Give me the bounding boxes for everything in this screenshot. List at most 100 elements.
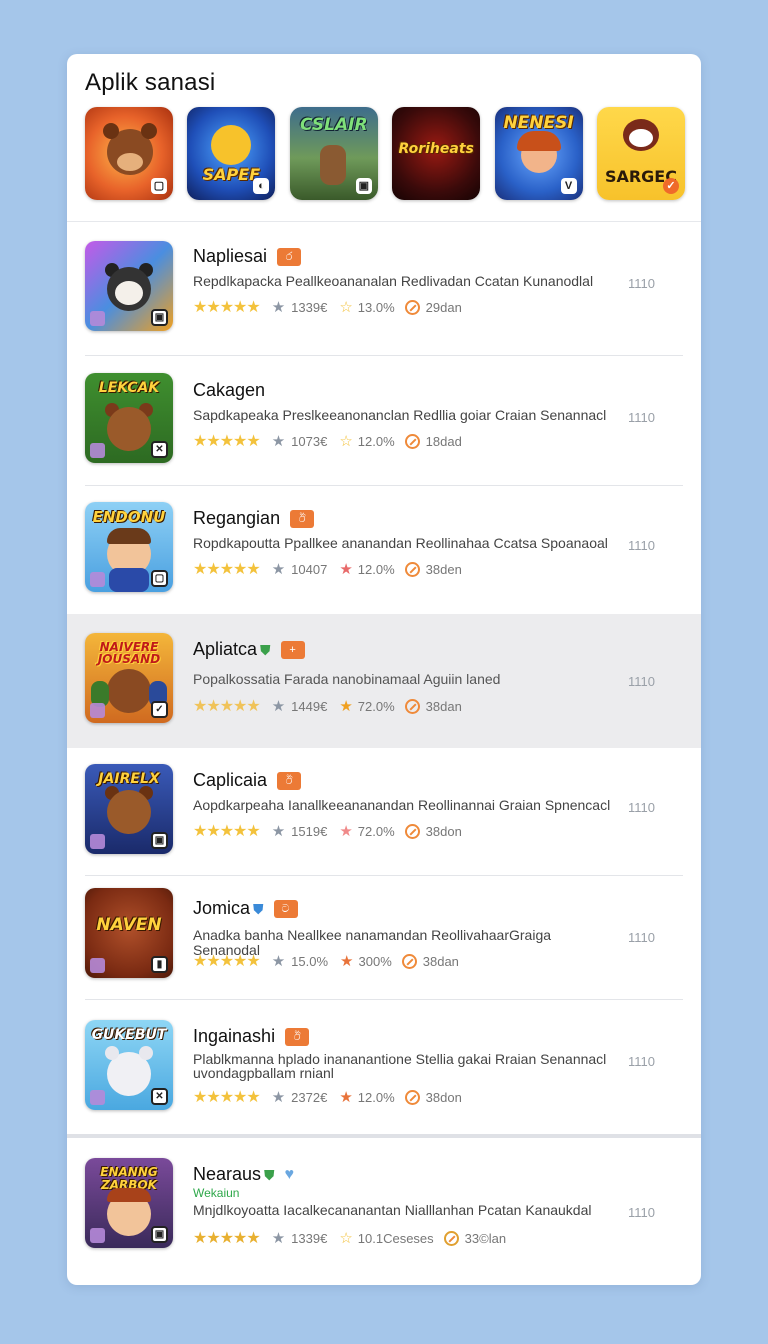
rating-stars-icon: ★★★★★: [193, 823, 261, 840]
app-count: 1110: [628, 410, 655, 425]
featured-app-icon-5[interactable]: NENESI V: [494, 107, 583, 200]
clock-icon: [443, 1230, 459, 1246]
clock-icon: [404, 698, 420, 714]
app-icon: LEKCAK ✕: [85, 373, 173, 463]
app-name: Ingainashi ඊ: [193, 1026, 310, 1047]
app-name: Apliatca ⛊ +: [193, 639, 305, 660]
list-item[interactable]: ENANNG ZARBOK ▣ Nearaus ⛊ ♥ Wekaiun Mnjdlk…: [67, 1138, 701, 1285]
rating-stars-icon: ★★★★★: [193, 433, 261, 450]
app-description: Repdlkapacka Peallkeoananalan Redlivadan…: [193, 273, 594, 289]
star-gray-icon: ★: [271, 953, 286, 970]
app-meta: ★★★★★ ★ 1449€ ★ 72.0% 38dan: [193, 698, 462, 715]
app-name: Caplicaia ඊ: [193, 770, 302, 791]
app-name: Cakagen: [193, 380, 266, 400]
star-outline-icon: ☆: [339, 1230, 353, 1247]
star-gray-icon: ★: [271, 433, 286, 450]
tag-badge: ර: [277, 248, 302, 267]
rating-stars-icon: ★★★★★: [193, 953, 261, 970]
app-icon: ▣: [85, 241, 173, 331]
list-item[interactable]: ENDONU ▢ Regangian ඊ Ropdkapoutta Ppallke…: [67, 486, 701, 614]
star-filled-icon: ★: [339, 698, 353, 715]
star-outline-icon: ☆: [339, 299, 353, 316]
featured-apps-row: ▢ SAPEF ◐ CSLAIR ▣ Roriheats NENESI V SA…: [85, 107, 685, 201]
shield-icon: ⛊: [260, 641, 271, 658]
app-count: 1110: [628, 1054, 655, 1069]
app-meta: ★★★★★ ★ 1339€ ☆ 13.0% 29dan: [193, 299, 462, 316]
app-description: Aopdkarpeaha Ianallkeeananandan Reollina…: [193, 797, 611, 813]
app-meta: ★★★★★ ★ 10407 ★ 12.0% 38den: [193, 561, 462, 578]
featured-app-icon-3[interactable]: CSLAIR ▣: [289, 107, 378, 200]
rating-stars-icon: ★★★★★: [193, 698, 261, 715]
tag-badge: ඊ: [277, 772, 302, 791]
app-meta: ★★★★★ ★ 2372€ ★ 12.0% 38don: [193, 1089, 462, 1106]
app-name: Napliesai ර: [193, 246, 302, 267]
app-icon: JAIRELX ▣: [85, 764, 173, 854]
featured-badge: ✓: [662, 178, 679, 194]
corner-badge-icon: ✓: [151, 701, 168, 718]
tag-badge: ට: [273, 900, 298, 919]
star-gray-icon: ★: [271, 1089, 286, 1106]
app-description: Ropdkapoutta Ppallkee ananandan Reollina…: [193, 535, 608, 551]
app-name: Jomica ⛊ ට: [193, 898, 298, 919]
clock-icon: [404, 1089, 420, 1105]
app-name: Regangian ඊ: [193, 508, 315, 529]
app-meta: ★★★★★ ★ 1519€ ★ 72.0% 38don: [193, 823, 462, 840]
star-gray-icon: ★: [271, 823, 286, 840]
page-title: Aplik sanasi: [85, 69, 216, 96]
corner-badge-icon: ▣: [151, 309, 168, 326]
app-subtitle: Wekaiun: [193, 1186, 240, 1200]
list-item[interactable]: LEKCAK ✕ Cakagen Sapdkapeaka Preslkeeano…: [67, 356, 701, 486]
featured-app-label: Roriheats: [398, 141, 474, 157]
app-description: Mnjdlkoyoatta Iacalkecananantan Nialllan…: [193, 1202, 592, 1218]
star-filled-icon: ★: [339, 823, 353, 840]
list-item[interactable]: ▣ Napliesai ර Repdlkapacka Peallkeoananal…: [67, 222, 701, 356]
featured-app-icon-6[interactable]: SARGEC ✓: [596, 107, 685, 200]
corner-badge-icon: ✕: [151, 1088, 168, 1105]
app-count: 1110: [628, 538, 655, 553]
app-icon-label: GUKEBUT: [91, 1027, 167, 1043]
app-icon-label: NAVEN: [96, 915, 162, 935]
app-icon: GUKEBUT ✕: [85, 1020, 173, 1110]
corner-badge-icon: ✕: [151, 441, 168, 458]
list-item-selected[interactable]: NAIVERE JOUSAND ✓ Apliatca ⛊ + Popalkossat…: [67, 614, 701, 748]
rating-stars-icon: ★★★★★: [193, 1089, 261, 1106]
corner-badge-icon: ▣: [151, 832, 168, 849]
featured-app-icon-4[interactable]: Roriheats: [392, 107, 481, 200]
featured-badge: ◐: [253, 178, 270, 194]
list-item[interactable]: JAIRELX ▣ Caplicaia ඊ Aopdkarpeaha Ianall…: [67, 748, 701, 876]
featured-app-icon-2[interactable]: SAPEF ◐: [187, 107, 276, 200]
featured-badge: ▢: [151, 178, 167, 194]
star-gray-icon: ★: [271, 1230, 286, 1247]
app-meta: ★★★★★ ★ 15.0% ★ 300% 38dan: [193, 953, 459, 970]
app-icon: NAVEN ▮: [85, 888, 173, 978]
corner-badge-icon: ▣: [151, 1226, 168, 1243]
featured-badge: V: [560, 178, 577, 194]
list-item[interactable]: GUKEBUT ✕ Ingainashi ඊ Plablkmanna hplado…: [67, 1000, 701, 1134]
star-gray-icon: ★: [271, 299, 286, 316]
shield-icon: ⛊: [264, 1166, 275, 1183]
app-icon-label: LEKCAK: [98, 380, 160, 396]
clock-icon: [401, 953, 417, 969]
clock-icon: [404, 433, 420, 449]
star-gray-icon: ★: [271, 561, 286, 578]
clock-icon: [404, 561, 420, 577]
app-icon: ENANNG ZARBOK ▣: [85, 1158, 173, 1248]
app-count: 1110: [628, 674, 655, 689]
app-count: 1110: [628, 276, 655, 291]
featured-app-label: CSLAIR: [300, 115, 368, 135]
star-filled-icon: ★: [340, 953, 354, 970]
app-count: 1110: [628, 930, 655, 945]
app-count: 1110: [628, 1205, 655, 1220]
app-list-panel: Aplik sanasi ▢ SAPEF ◐ CSLAIR ▣ Roriheat…: [67, 54, 701, 1285]
app-icon: ENDONU ▢: [85, 502, 173, 592]
star-filled-icon: ★: [339, 1089, 353, 1106]
app-icon-label: ENDONU: [92, 508, 166, 526]
app-meta: ★★★★★ ★ 1339€ ☆ 10.1Ceseses 33©lan: [193, 1230, 507, 1247]
list-item[interactable]: NAVEN ▮ Jomica ⛊ ට Anadka banha Neallkee n…: [67, 876, 701, 1000]
heart-icon[interactable]: ♥: [285, 1166, 295, 1184]
app-description: Sapdkapeaka Preslkeeanonanclan Redllia g…: [193, 407, 607, 423]
app-meta: ★★★★★ ★ 1073€ ☆ 12.0% 18dad: [193, 433, 462, 450]
tag-badge: ඊ: [290, 510, 315, 529]
app-icon-label: JAIRELX: [98, 771, 160, 787]
featured-app-icon-1[interactable]: ▢: [85, 107, 173, 200]
